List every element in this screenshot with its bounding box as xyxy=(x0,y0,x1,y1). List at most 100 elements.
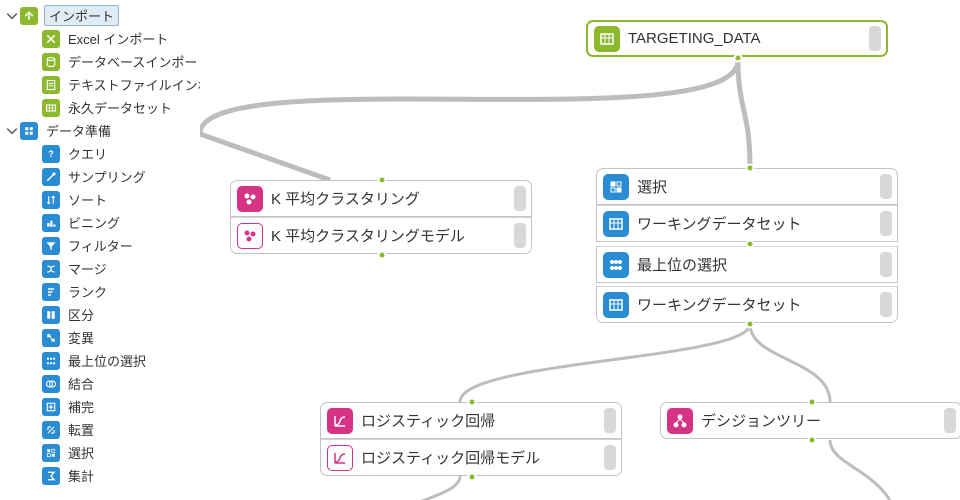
node-select[interactable]: 選択 xyxy=(596,168,898,205)
port-out[interactable] xyxy=(378,251,387,260)
dataset-icon xyxy=(42,99,60,117)
tree-label: データ準備 xyxy=(44,121,113,140)
chevron-down-icon[interactable] xyxy=(6,10,18,22)
tree-item-sort[interactable]: ソート xyxy=(0,188,200,211)
port-in[interactable] xyxy=(468,398,477,407)
node-wds1[interactable]: ワーキングデータセット xyxy=(596,205,898,242)
port-out[interactable] xyxy=(746,320,755,329)
port-out[interactable] xyxy=(808,436,817,445)
filter-icon xyxy=(42,237,60,255)
node-logistic[interactable]: ロジスティック回帰 xyxy=(320,402,622,439)
cluster-icon xyxy=(237,186,263,212)
tree-label: インポート xyxy=(44,5,119,26)
drag-handle[interactable] xyxy=(869,26,881,51)
transpose-icon xyxy=(42,421,60,439)
node-label: TARGETING_DATA xyxy=(628,30,869,47)
tree-label: ランク xyxy=(66,282,109,301)
node-kmeans-model[interactable]: K 平均クラスタリングモデル xyxy=(230,217,532,254)
tree-item-textfile[interactable]: テキストファイルインポート xyxy=(0,73,200,96)
node-kmeans[interactable]: K 平均クラスタリング xyxy=(230,180,532,217)
join-icon xyxy=(42,375,60,393)
tree-label: 補完 xyxy=(66,397,96,416)
select-icon xyxy=(603,174,629,200)
rank-icon xyxy=(42,283,60,301)
drag-handle[interactable] xyxy=(880,252,892,277)
tree-item-transpose[interactable]: 転置 xyxy=(0,418,200,441)
tree-item-partition[interactable]: 区分 xyxy=(0,303,200,326)
text-icon xyxy=(42,76,60,94)
tree-label: 選択 xyxy=(66,443,96,462)
regression-model-icon xyxy=(327,445,353,471)
mutate-icon xyxy=(42,329,60,347)
tree-label: 区分 xyxy=(66,305,96,324)
tree-item-impute[interactable]: 補完 xyxy=(0,395,200,418)
port-out[interactable] xyxy=(734,54,743,63)
tree-item-mutate[interactable]: 変異 xyxy=(0,326,200,349)
drag-handle[interactable] xyxy=(880,174,892,199)
tree-label: フィルター xyxy=(66,236,135,255)
select-icon xyxy=(42,444,60,462)
binning-icon xyxy=(42,214,60,232)
port-out[interactable] xyxy=(468,473,477,482)
drag-handle[interactable] xyxy=(514,186,526,211)
tree-icon xyxy=(667,408,693,434)
tree-item-binning[interactable]: ビニング xyxy=(0,211,200,234)
port-mid[interactable] xyxy=(746,240,755,249)
tree-item-join[interactable]: 結合 xyxy=(0,372,200,395)
tree-item-db[interactable]: データベースインポート xyxy=(0,50,200,73)
workflow-canvas[interactable]: TARGETING_DATA K 平均クラスタリング K 平均クラスタリングモデ… xyxy=(200,0,960,500)
drag-handle[interactable] xyxy=(944,408,956,433)
tree-label: ビニング xyxy=(66,213,122,232)
node-label: ロジスティック回帰モデル xyxy=(361,447,604,468)
regression-icon xyxy=(327,408,353,434)
excel-icon xyxy=(42,30,60,48)
tree-label: マージ xyxy=(66,259,109,278)
node-label: ロジスティック回帰 xyxy=(361,410,604,431)
chevron-down-icon[interactable] xyxy=(6,125,18,137)
tree-item-query[interactable]: ? クエリ xyxy=(0,142,200,165)
table-icon xyxy=(603,292,629,318)
drag-handle[interactable] xyxy=(604,408,616,433)
node-logistic-model[interactable]: ロジスティック回帰モデル xyxy=(320,439,622,476)
tree-label: データベースインポート xyxy=(66,52,200,71)
tree-item-permdataset[interactable]: 永久データセット xyxy=(0,96,200,119)
tree-item-excel[interactable]: Excel インポート xyxy=(0,27,200,50)
port-in[interactable] xyxy=(746,164,755,173)
node-wds2[interactable]: ワーキングデータセット xyxy=(596,286,898,323)
sidebar: インポート Excel インポート データベースインポート テキストファイルイン… xyxy=(0,0,200,500)
tree-item-rank[interactable]: ランク xyxy=(0,280,200,303)
node-topn[interactable]: 最上位の選択 xyxy=(596,246,898,283)
cluster-model-icon xyxy=(237,223,263,249)
drag-handle[interactable] xyxy=(880,211,892,236)
node-label: K 平均クラスタリングモデル xyxy=(271,225,514,246)
aggregate-icon xyxy=(42,467,60,485)
drag-handle[interactable] xyxy=(514,223,526,248)
port-in[interactable] xyxy=(378,176,387,185)
partition-icon xyxy=(42,306,60,324)
node-label: ワーキングデータセット xyxy=(637,294,880,315)
tree-item-filter[interactable]: フィルター xyxy=(0,234,200,257)
prep-icon xyxy=(20,122,38,140)
node-targeting-data[interactable]: TARGETING_DATA xyxy=(586,20,888,57)
tree-group-prep[interactable]: データ準備 xyxy=(0,119,200,142)
tree-item-sampling[interactable]: サンプリング xyxy=(0,165,200,188)
drag-handle[interactable] xyxy=(880,292,892,317)
tree-group-import[interactable]: インポート xyxy=(0,4,200,27)
port-in[interactable] xyxy=(808,398,817,407)
tree-item-merge[interactable]: マージ xyxy=(0,257,200,280)
node-label: 選択 xyxy=(637,176,880,197)
tree-item-topn[interactable]: 最上位の選択 xyxy=(0,349,200,372)
tree-label: ソート xyxy=(66,190,109,209)
tree-item-aggregate[interactable]: 集計 xyxy=(0,464,200,487)
tree-label: サンプリング xyxy=(66,167,148,186)
table-icon xyxy=(594,26,620,52)
tree-item-select[interactable]: 選択 xyxy=(0,441,200,464)
node-label: 最上位の選択 xyxy=(637,254,880,275)
impute-icon xyxy=(42,398,60,416)
drag-handle[interactable] xyxy=(604,445,616,470)
node-label: ワーキングデータセット xyxy=(637,213,880,234)
node-label: デシジョンツリー xyxy=(701,410,944,431)
database-icon xyxy=(42,53,60,71)
node-decision-tree[interactable]: デシジョンツリー xyxy=(660,402,960,439)
sampling-icon xyxy=(42,168,60,186)
